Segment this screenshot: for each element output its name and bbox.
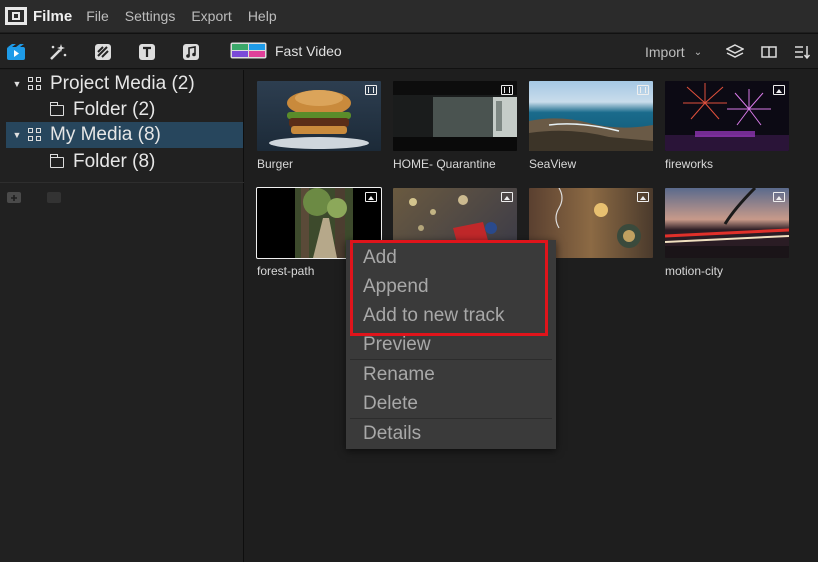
fast-video-icon	[230, 42, 267, 59]
media-item-burger[interactable]: Burger	[257, 81, 381, 171]
grid-icon	[28, 77, 42, 91]
delete-folder-icon[interactable]	[47, 192, 61, 203]
sort-icon[interactable]	[792, 42, 812, 62]
menu-file[interactable]: File	[86, 8, 109, 24]
media-library-sidebar: ▼ Project Media (2) Folder (2) ▼ My Medi…	[0, 70, 244, 562]
sidebar-divider	[0, 182, 244, 183]
tree-item-project-media[interactable]: ▼ Project Media (2)	[6, 71, 243, 97]
layers-icon[interactable]	[725, 42, 745, 62]
fast-video-label: Fast Video	[275, 42, 342, 59]
tree-item-my-media-folder[interactable]: Folder (8)	[6, 149, 243, 175]
image-badge-icon	[773, 192, 785, 202]
thumbnail[interactable]	[665, 81, 789, 151]
chevron-down-icon: ⌄	[693, 46, 703, 58]
context-menu-rename[interactable]: Rename	[346, 360, 556, 389]
tree-item-project-folder[interactable]: Folder (2)	[6, 97, 243, 123]
effects-icon[interactable]	[48, 42, 68, 62]
import-label: Import	[645, 44, 685, 60]
transitions-icon[interactable]	[93, 42, 113, 62]
expand-arrow-icon[interactable]: ▼	[8, 130, 26, 140]
fast-video-button[interactable]: Fast Video	[230, 42, 342, 59]
media-item-label: SeaView	[529, 157, 577, 171]
music-icon[interactable]	[181, 42, 201, 62]
context-menu-delete[interactable]: Delete	[346, 389, 556, 418]
tree-item-my-media[interactable]: ▼ My Media (8)	[6, 122, 243, 148]
thumbnail[interactable]	[393, 81, 517, 151]
thumbnail[interactable]	[257, 81, 381, 151]
media-item-home-quarantine[interactable]: HOME- Quarantine	[393, 81, 517, 171]
media-item-label: fireworks	[665, 157, 714, 171]
media-item-fireworks[interactable]: fireworks	[665, 81, 789, 171]
menu-bar: Filme File Settings Export Help	[0, 0, 818, 32]
thumbnail[interactable]	[529, 81, 653, 151]
tree-item-label: Folder (2)	[73, 99, 156, 120]
image-badge-icon	[637, 192, 649, 202]
text-icon[interactable]	[137, 42, 157, 62]
expand-arrow-icon[interactable]: ▼	[8, 79, 26, 89]
image-badge-icon	[773, 85, 785, 95]
video-badge-icon	[637, 85, 649, 95]
filme-logo-icon	[5, 7, 27, 25]
video-badge-icon	[365, 85, 377, 95]
folder-icon	[50, 101, 64, 116]
menu-help[interactable]: Help	[248, 8, 277, 24]
folder-icon	[50, 153, 64, 168]
context-menu-details[interactable]: Details	[346, 419, 556, 448]
app-name: Filme	[33, 7, 73, 25]
image-badge-icon	[365, 192, 377, 202]
media-item-label: motion-city	[665, 264, 724, 278]
toolbar: Fast Video Import ⌄	[0, 33, 818, 69]
thumbnail[interactable]	[665, 188, 789, 258]
menu-settings[interactable]: Settings	[125, 8, 176, 24]
add-folder-icon[interactable]	[7, 192, 21, 203]
media-item-seaview[interactable]: SeaView	[529, 81, 653, 171]
tree-item-label: My Media (8)	[50, 124, 161, 145]
split-view-icon[interactable]	[759, 42, 779, 62]
media-item-label: HOME- Quarantine	[393, 157, 496, 171]
import-dropdown[interactable]: Import ⌄	[645, 44, 702, 60]
tree-item-label: Project Media (2)	[50, 73, 195, 94]
menu-export[interactable]: Export	[191, 8, 231, 24]
media-item-motion-city[interactable]: motion-city	[665, 188, 789, 278]
media-item-label: Burger	[257, 157, 294, 171]
highlight-annotation-box	[350, 240, 548, 336]
video-badge-icon	[501, 85, 513, 95]
image-badge-icon	[501, 192, 513, 202]
tree-item-label: Folder (8)	[73, 151, 156, 172]
media-icon[interactable]	[6, 42, 26, 62]
grid-icon	[28, 128, 42, 142]
